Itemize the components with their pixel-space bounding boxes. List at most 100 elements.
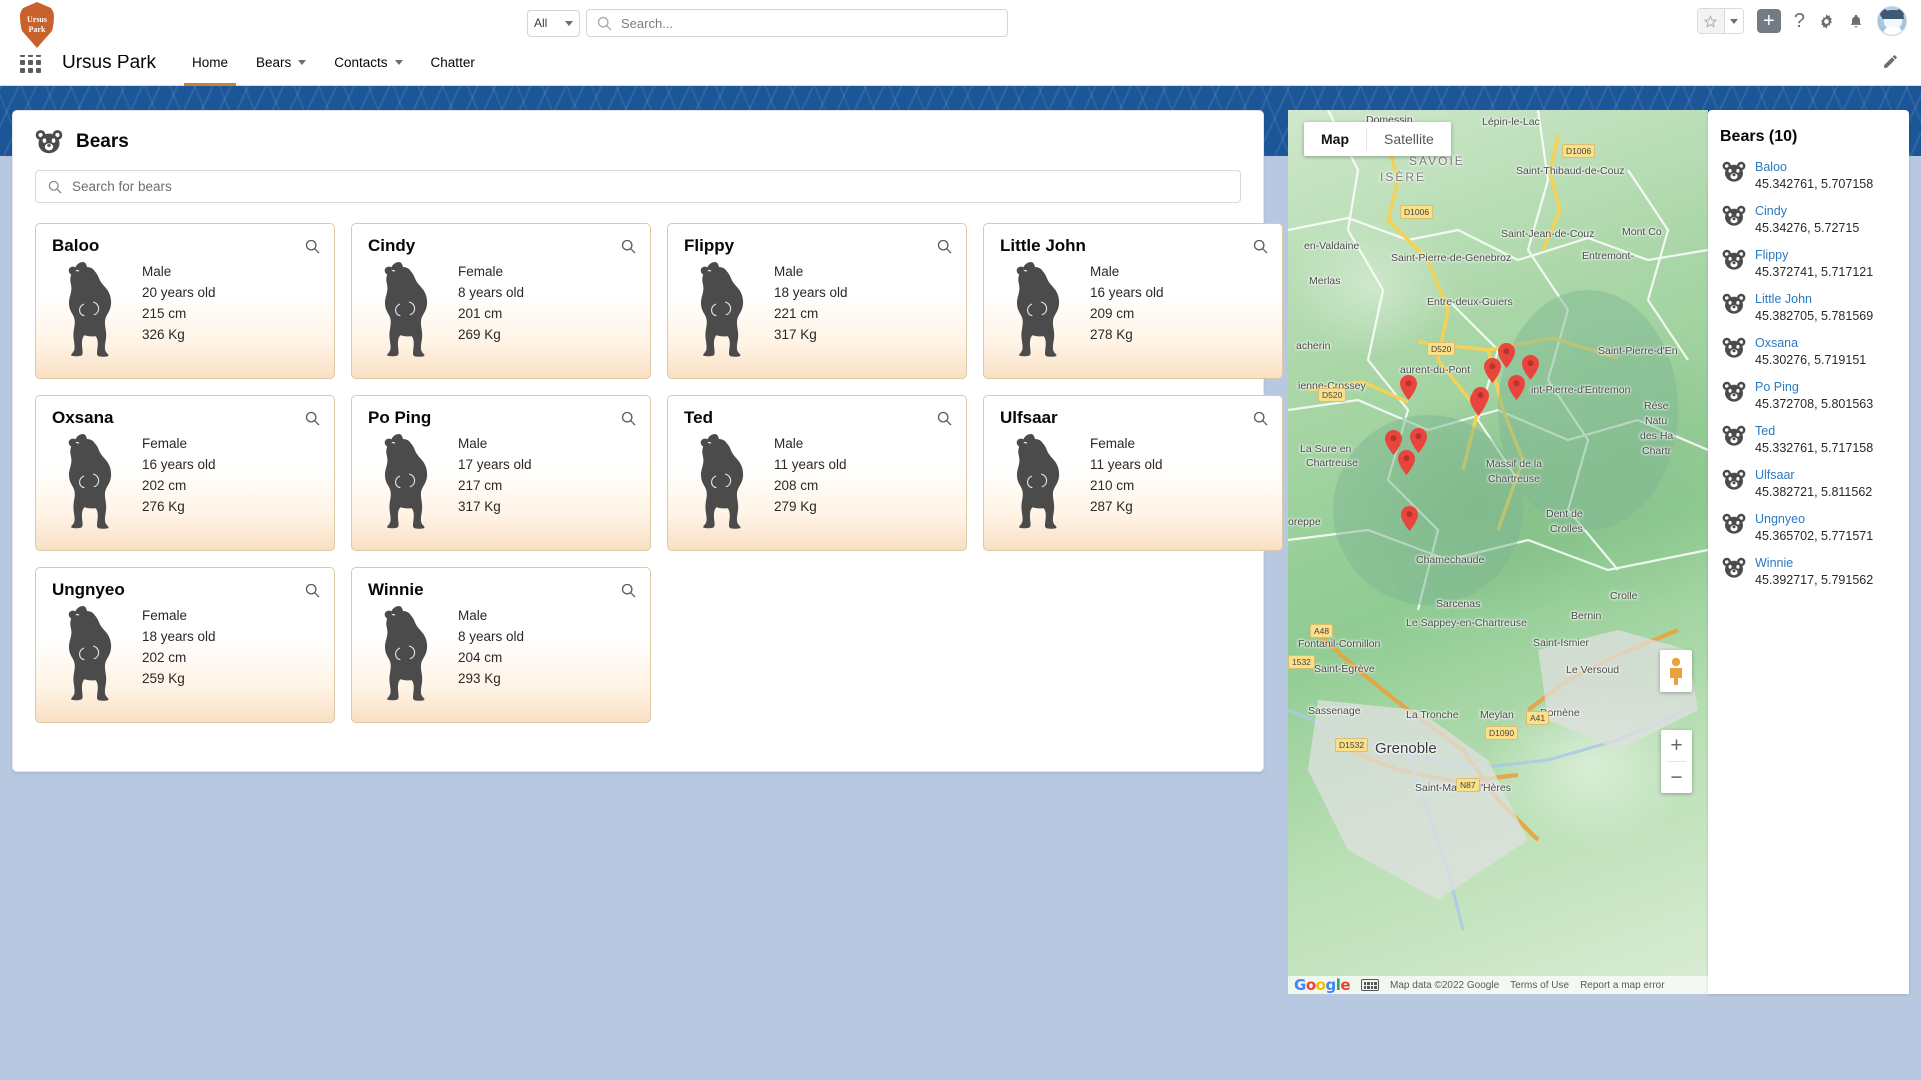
bear-card-search-icon[interactable] [305,239,320,254]
map-terms-of-use-link[interactable]: Terms of Use [1510,980,1569,991]
bears-list-item-name[interactable]: Po Ping [1755,379,1873,396]
bears-list-item-coords: 45.30276, 5.719151 [1755,353,1867,367]
bear-card-search-icon[interactable] [1253,411,1268,426]
bears-list-item[interactable]: Little John 45.382705, 5.781569 [1708,282,1909,326]
bear-card-search-icon[interactable] [937,239,952,254]
bear-card[interactable]: Flippy Male 18 years old 221 cm 317 Kg [667,223,967,379]
bears-list-item[interactable]: Ungnyeo 45.365702, 5.771571 [1708,502,1909,546]
bear-card[interactable]: Ted Male 11 years old 208 cm 279 Kg [667,395,967,551]
bears-list-item-name[interactable]: Winnie [1755,555,1873,572]
bear-card[interactable]: Baloo Male 20 years old 215 cm 326 Kg [35,223,335,379]
star-icon[interactable] [1697,9,1724,33]
map-place-label: Saint-Égrève [1314,663,1375,675]
map-type-satellite-button[interactable]: Satellite [1367,122,1451,156]
map-report-error-link[interactable]: Report a map error [1580,980,1664,991]
map-place-label: Mont Co [1622,226,1662,238]
bear-head-icon [1722,513,1746,534]
bear-age: 18 years old [142,629,216,644]
help-button[interactable]: ? [1794,10,1805,33]
bears-list-item[interactable]: Winnie 45.392717, 5.791562 [1708,546,1909,590]
keyboard-shortcuts-icon[interactable] [1361,979,1380,991]
pin-icon [1398,450,1415,475]
setup-gear-button[interactable] [1818,13,1835,30]
bear-silhouette-icon [68,606,112,701]
bears-list-item[interactable]: Ted 45.332761, 5.717158 [1708,414,1909,458]
waffle-dot [20,60,25,65]
bears-list-item-name[interactable]: Ulfsaar [1755,467,1872,484]
bear-card-name: Flippy [684,236,735,255]
map-zoom-in-button[interactable]: + [1661,730,1692,761]
quick-add-button[interactable]: + [1756,9,1781,33]
bear-height: 202 cm [142,650,187,665]
bear-card-search-icon[interactable] [305,411,320,426]
bear-card[interactable]: Ulfsaar Female 11 years old 210 cm 287 K… [983,395,1283,551]
map-pin-marker[interactable] [1400,375,1417,400]
bear-card-stats: Male 8 years old 204 cm 293 Kg [458,602,524,687]
bear-card-search-icon[interactable] [621,411,636,426]
bear-age: 11 years old [1090,457,1163,472]
bears-list-item-name[interactable]: Cindy [1755,203,1859,220]
map-pin-marker[interactable] [1484,358,1501,383]
bears-list-item[interactable]: Cindy 45.34276, 5.72715 [1708,194,1909,238]
notifications-button[interactable] [1848,13,1864,30]
map-place-label: Entremont- [1582,250,1634,262]
bear-card-search-icon[interactable] [621,583,636,598]
map-pin-marker[interactable] [1508,375,1525,400]
map-pin-marker[interactable] [1398,450,1415,475]
user-avatar[interactable] [1877,6,1907,36]
bears-list-item[interactable]: Po Ping 45.372708, 5.801563 [1708,370,1909,414]
bear-card[interactable]: Cindy Female 8 years old 201 cm 269 Kg [351,223,651,379]
bear-silhouette-icon [384,262,428,357]
bear-card-header: Po Ping [352,396,650,428]
bear-card-search-icon[interactable] [937,411,952,426]
bears-list-item-text: Flippy 45.372741, 5.717121 [1755,247,1873,281]
bear-card[interactable]: Winnie Male 8 years old 204 cm 293 Kg [351,567,651,723]
avatar-body [1883,26,1903,35]
bears-list-item-name[interactable]: Baloo [1755,159,1873,176]
bear-height: 202 cm [142,478,187,493]
bears-list-item-name[interactable]: Ungnyeo [1755,511,1873,528]
map-type-map-button[interactable]: Map [1304,122,1366,156]
bears-list-item[interactable]: Baloo 45.342761, 5.707158 [1708,150,1909,194]
bears-list-item[interactable]: Flippy 45.372741, 5.717121 [1708,238,1909,282]
map-type-toggle: Map Satellite [1304,122,1451,156]
bear-height: 208 cm [774,478,819,493]
bears-panel: Bears Search for bears Baloo Male 20 yea… [12,110,1283,772]
ursus-park-logo[interactable]: Ursus Park [20,2,54,48]
bears-list-item-name[interactable]: Oxsana [1755,335,1866,352]
map-panel[interactable]: Domessin Lépin-le-Lac Saint-Thibaud-de-Cou… [1288,110,1708,994]
global-search-input[interactable]: Search... [586,9,1008,37]
bears-list-item-name[interactable]: Ted [1755,423,1873,440]
map-pin-marker[interactable] [1472,387,1489,412]
bears-list-item-name[interactable]: Little John [1755,291,1873,308]
pin-icon [1508,375,1525,400]
bear-card[interactable]: Po Ping Male 17 years old 217 cm 317 Kg [351,395,651,551]
chevron-down-icon[interactable] [394,60,403,65]
map-place-label: Saint-Thibaud-de-Couz [1516,165,1625,177]
bear-silhouette-icon [700,262,744,357]
bear-card[interactable]: Little John Male 16 years old 209 cm 278… [983,223,1283,379]
bear-weight: 317 Kg [774,327,817,342]
map-place-label: Saint-Pierre-de-Genebroz [1391,252,1512,264]
bears-list-item-name[interactable]: Flippy [1755,247,1873,264]
bear-card-search-icon[interactable] [621,239,636,254]
search-scope-select[interactable]: All [527,9,580,37]
bears-list-item[interactable]: Oxsana 45.30276, 5.719151 [1708,326,1909,370]
bear-card-search-icon[interactable] [1253,239,1268,254]
map-road-shield: A41 [1526,711,1550,725]
bear-card[interactable]: Ungnyeo Female 18 years old 202 cm 259 K… [35,567,335,723]
favorites-group[interactable] [1696,8,1744,34]
bear-weight: 287 Kg [1090,499,1133,514]
edit-page-button[interactable] [1882,53,1899,75]
bears-list-item[interactable]: Ulfsaar 45.382721, 5.811562 [1708,458,1909,502]
street-view-pegman-button[interactable] [1660,650,1692,692]
favorites-dropdown-button[interactable] [1723,9,1743,33]
map-zoom-out-button[interactable]: − [1661,762,1692,793]
map-pin-marker[interactable] [1401,506,1418,531]
bear-card[interactable]: Oxsana Female 16 years old 202 cm 276 Kg [35,395,335,551]
bear-weight: 276 Kg [142,499,185,514]
bears-search-input[interactable]: Search for bears [35,170,1241,203]
bear-card-search-icon[interactable] [305,583,320,598]
chevron-down-icon[interactable] [298,60,307,65]
bear-silhouette-icon [1016,434,1060,529]
